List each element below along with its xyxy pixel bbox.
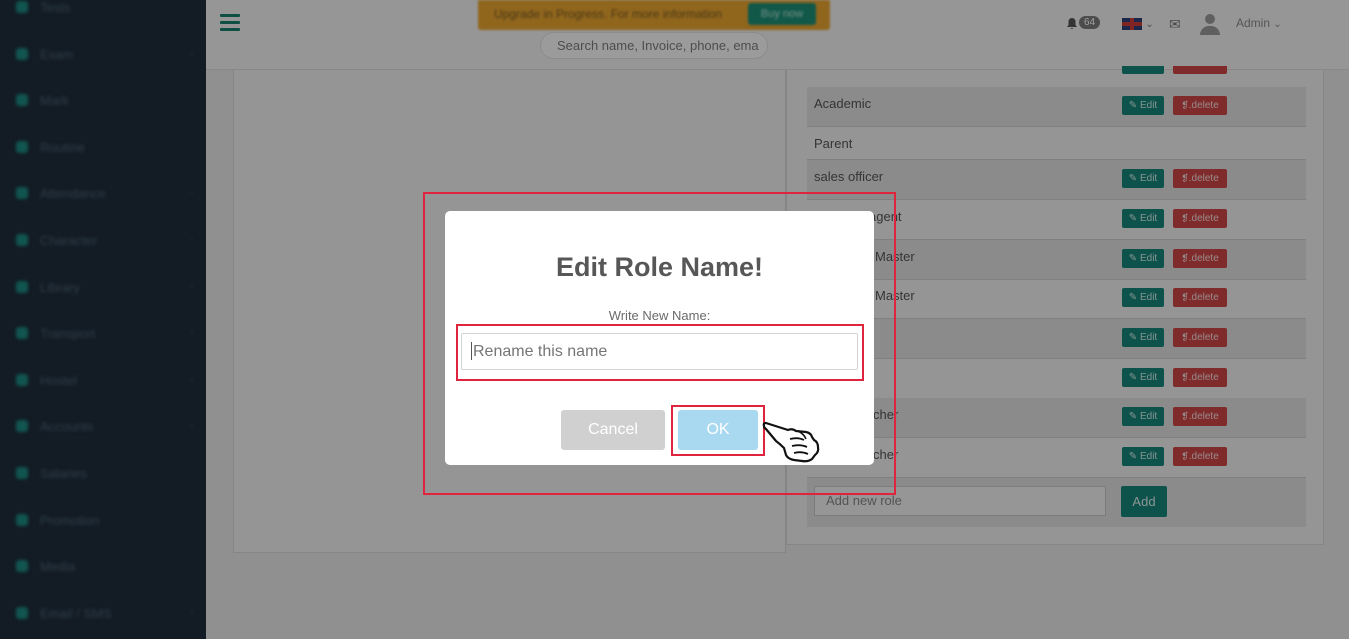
ok-highlight-box — [671, 405, 765, 456]
input-highlight-box — [456, 324, 864, 381]
pointing-hand-icon — [762, 421, 820, 463]
